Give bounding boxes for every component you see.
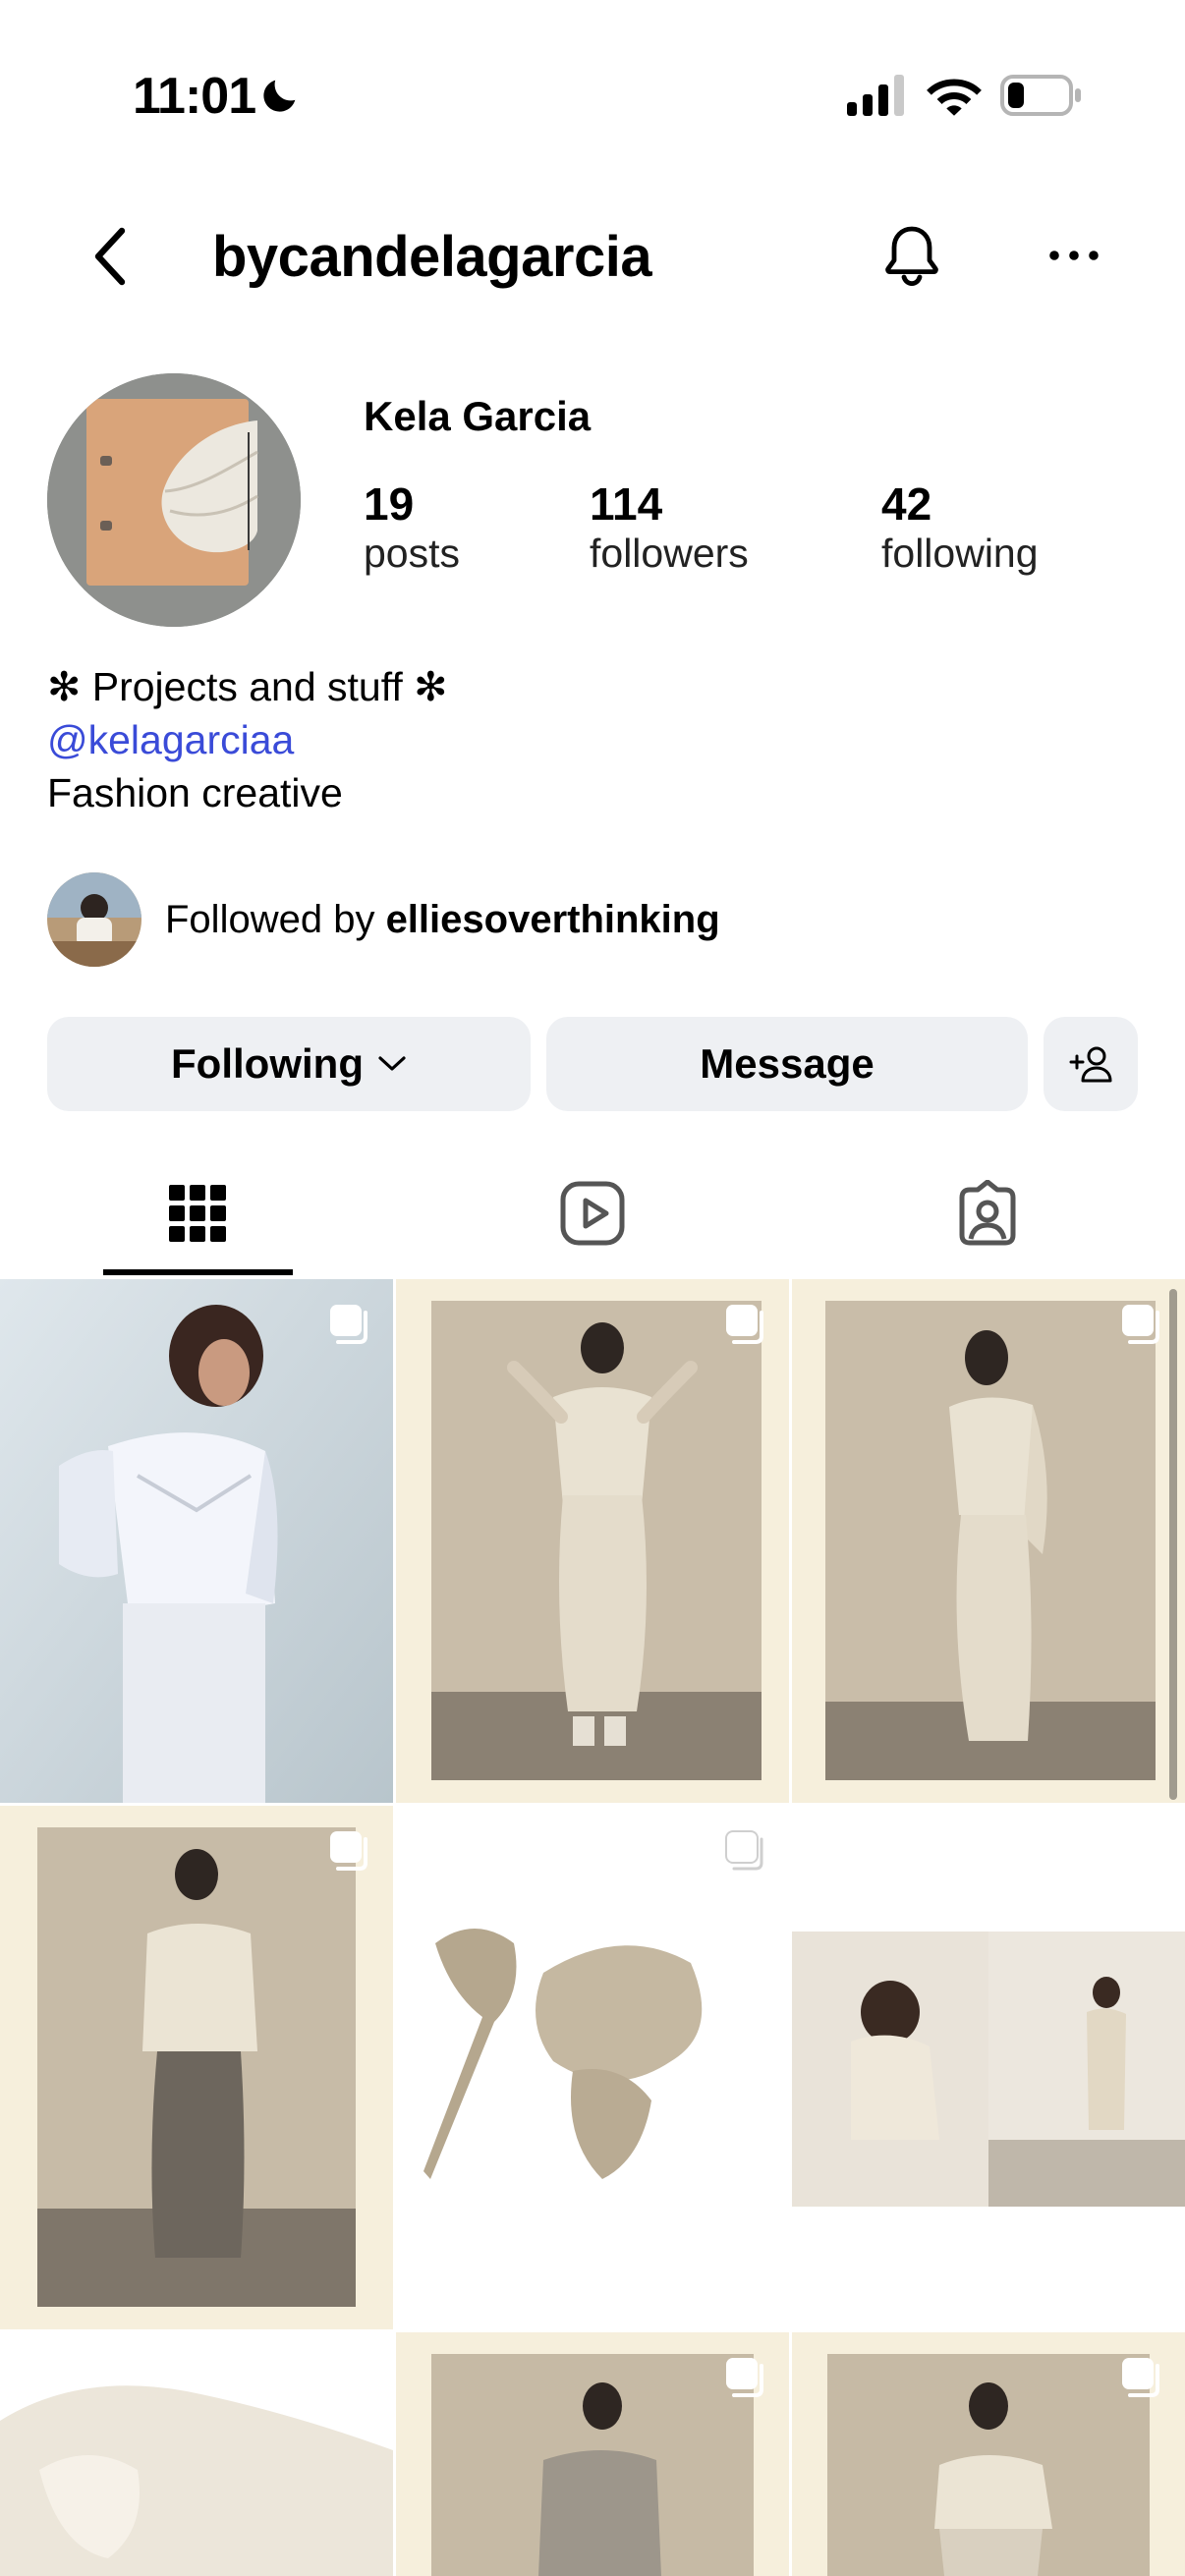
following-stat[interactable]: 42 following bbox=[881, 479, 1039, 578]
post-image bbox=[396, 1279, 789, 1803]
profile-avatar[interactable] bbox=[47, 373, 301, 627]
message-button-label: Message bbox=[700, 1040, 875, 1087]
followers-count: 114 bbox=[590, 478, 663, 530]
posts-stat[interactable]: 19 posts bbox=[364, 479, 460, 578]
bell-icon bbox=[885, 226, 938, 287]
display-name: Kela Garcia bbox=[364, 393, 592, 439]
post-thumbnail[interactable] bbox=[0, 1279, 393, 1803]
post-thumbnail[interactable] bbox=[0, 2332, 393, 2576]
active-tab-indicator bbox=[103, 1269, 293, 1275]
profile-bio: ✻ Projects and stuff ✻ @kelagarciaa Fash… bbox=[47, 660, 448, 819]
followed-by-text: Followed by elliesoverthinking bbox=[165, 898, 720, 942]
followed-by-user: elliesoverthinking bbox=[385, 897, 720, 941]
multiple-photos-icon bbox=[726, 2358, 763, 2397]
tab-tagged[interactable] bbox=[790, 1149, 1185, 1277]
bio-mention-link[interactable]: @kelagarciaa bbox=[47, 713, 448, 766]
multiple-photos-icon bbox=[330, 1305, 367, 1344]
grid-icon bbox=[169, 1185, 226, 1242]
tab-posts-grid[interactable] bbox=[0, 1149, 395, 1277]
profile-tabs bbox=[0, 1149, 1185, 1277]
more-dots-icon bbox=[1049, 251, 1099, 260]
multiple-photos-icon bbox=[330, 1831, 367, 1871]
posts-label: posts bbox=[364, 530, 460, 576]
post-image bbox=[792, 1279, 1185, 1803]
mutual-follower-avatar bbox=[47, 872, 141, 967]
following-button[interactable]: Following bbox=[47, 1017, 531, 1111]
post-image bbox=[0, 2332, 393, 2576]
following-count: 42 bbox=[881, 478, 932, 530]
post-image bbox=[792, 1806, 1185, 2329]
followed-by-row[interactable]: Followed by elliesoverthinking bbox=[47, 872, 720, 967]
post-thumbnail[interactable] bbox=[396, 2332, 789, 2576]
post-thumbnail[interactable] bbox=[792, 2332, 1185, 2576]
followers-stat[interactable]: 114 followers bbox=[590, 479, 749, 578]
post-thumbnail[interactable] bbox=[792, 1279, 1185, 1803]
multiple-photos-icon bbox=[725, 1830, 763, 1871]
post-image bbox=[0, 1279, 393, 1803]
more-options-button[interactable] bbox=[1042, 226, 1106, 285]
wifi-icon bbox=[927, 79, 982, 116]
status-bar: 11:01 bbox=[0, 0, 1185, 187]
post-thumbnail[interactable] bbox=[792, 1806, 1185, 2329]
posts-count: 19 bbox=[364, 478, 415, 530]
avatar-image bbox=[47, 373, 301, 627]
followed-by-prefix: Followed by bbox=[165, 897, 386, 941]
battery-icon bbox=[1000, 75, 1081, 116]
status-time: 11:01 bbox=[133, 68, 256, 125]
followers-label: followers bbox=[590, 530, 749, 576]
bio-line: ✻ Projects and stuff ✻ bbox=[47, 664, 448, 709]
chevron-left-icon bbox=[94, 227, 126, 286]
post-image bbox=[396, 1806, 789, 2329]
profile-header: bycandelagarcia bbox=[0, 196, 1185, 314]
suggested-users-button[interactable] bbox=[1044, 1017, 1138, 1111]
post-image bbox=[0, 1806, 393, 2329]
post-thumbnail[interactable] bbox=[396, 1279, 789, 1803]
message-button[interactable]: Message bbox=[546, 1017, 1028, 1111]
chevron-down-icon bbox=[378, 1056, 406, 1071]
add-user-icon bbox=[1069, 1046, 1112, 1083]
bio-line: Fashion creative bbox=[47, 770, 343, 815]
following-label: following bbox=[881, 530, 1039, 576]
post-thumbnail[interactable] bbox=[0, 1806, 393, 2329]
back-button[interactable] bbox=[79, 222, 141, 291]
reels-icon bbox=[560, 1181, 625, 1246]
profile-username: bycandelagarcia bbox=[212, 225, 652, 289]
multiple-photos-icon bbox=[726, 1305, 763, 1344]
moon-icon bbox=[263, 80, 296, 112]
post-thumbnail[interactable] bbox=[396, 1806, 789, 2329]
tab-reels[interactable] bbox=[395, 1149, 790, 1277]
scrollbar[interactable] bbox=[1169, 1289, 1177, 1800]
multiple-photos-icon bbox=[1122, 2358, 1159, 2397]
cellular-signal-icon bbox=[847, 75, 904, 116]
notifications-button[interactable] bbox=[876, 220, 947, 291]
tagged-icon bbox=[959, 1180, 1016, 1246]
mutual-avatar-image bbox=[47, 872, 141, 967]
following-button-label: Following bbox=[171, 1040, 364, 1087]
multiple-photos-icon bbox=[1122, 1305, 1159, 1344]
